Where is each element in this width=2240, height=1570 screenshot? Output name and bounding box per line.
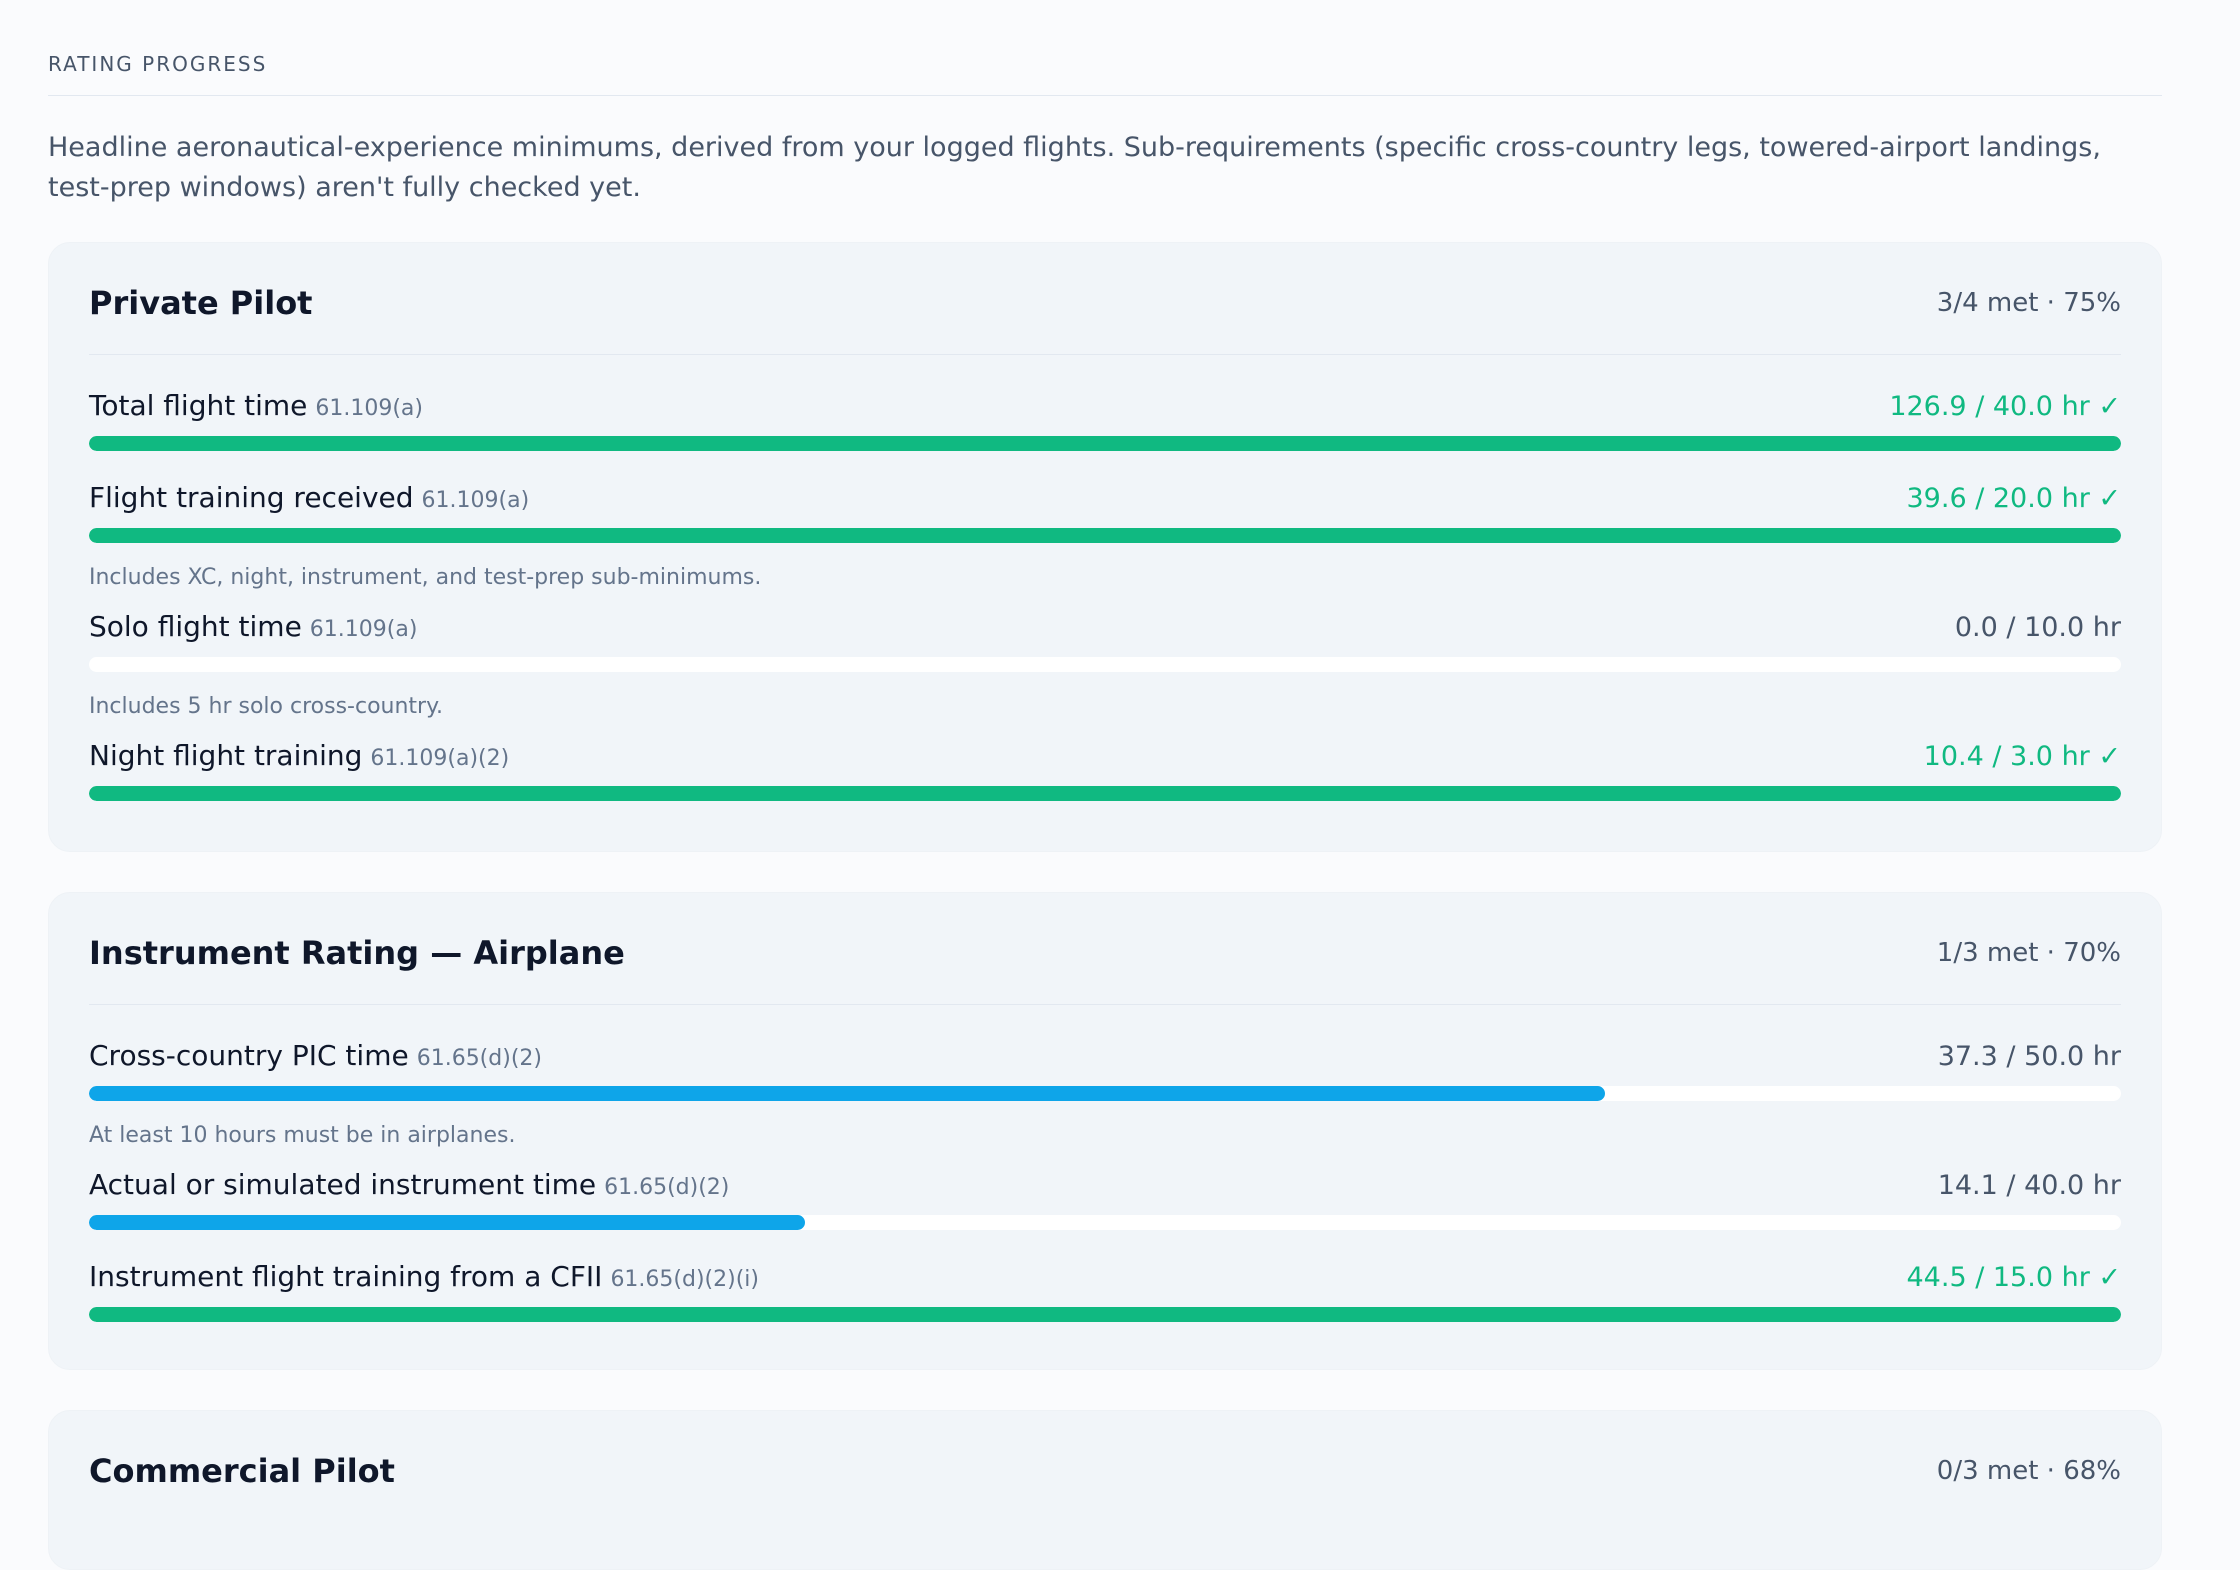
requirement-cfii-training: Instrument flight training from a CFII 61… bbox=[89, 1260, 2121, 1322]
card-summary: 1/3 met · 70% bbox=[1936, 937, 2121, 968]
card-summary: 0/3 met · 68% bbox=[1936, 1456, 2121, 1486]
requirement-label: Total flight time bbox=[89, 389, 308, 422]
requirement-value: 10.4 / 3.0 hr ✓ bbox=[1923, 741, 2121, 772]
card-title: Instrument Rating — Airplane bbox=[89, 933, 625, 972]
requirement-label: Night flight training bbox=[89, 739, 363, 772]
requirement-value: 37.3 / 50.0 hr bbox=[1937, 1041, 2121, 1072]
progress-bar-fill bbox=[89, 1086, 1605, 1101]
requirement-night-flight-training: Night flight training 61.109(a)(2) 10.4 /… bbox=[89, 739, 2121, 801]
section-divider bbox=[48, 95, 2162, 96]
requirement-reference: 61.109(a) bbox=[315, 396, 424, 421]
requirement-label: Instrument flight training from a CFII bbox=[89, 1260, 603, 1293]
progress-bar bbox=[89, 1215, 2121, 1230]
progress-bar-fill bbox=[89, 436, 2121, 451]
progress-bar bbox=[89, 657, 2121, 672]
progress-bar bbox=[89, 1307, 2121, 1322]
requirement-flight-training-received: Flight training received 61.109(a) 39.6 /… bbox=[89, 481, 2121, 590]
requirement-reference: 61.65(d)(2)(i) bbox=[610, 1267, 759, 1292]
card-summary: 3/4 met · 75% bbox=[1936, 287, 2121, 318]
progress-bar bbox=[89, 528, 2121, 543]
requirement-note: Includes 5 hr solo cross-country. bbox=[89, 694, 443, 719]
requirement-label: Flight training received bbox=[89, 481, 414, 514]
requirement-label-group: Night flight training 61.109(a)(2) bbox=[89, 739, 509, 772]
requirement-reference: 61.109(a) bbox=[309, 617, 418, 642]
rating-card-private-pilot: Private Pilot 3/4 met · 75% Total flight… bbox=[48, 242, 2162, 852]
requirement-value: 14.1 / 40.0 hr bbox=[1937, 1170, 2121, 1201]
requirement-reference: 61.65(d)(2) bbox=[604, 1175, 730, 1200]
requirement-value: 126.9 / 40.0 hr ✓ bbox=[1889, 391, 2121, 422]
requirement-cross-country-pic-time: Cross-country PIC time 61.65(d)(2) 37.3 /… bbox=[89, 1039, 2121, 1148]
requirement-reference: 61.109(a)(2) bbox=[370, 746, 510, 771]
requirement-value: 39.6 / 20.0 hr ✓ bbox=[1906, 483, 2122, 514]
progress-bar bbox=[89, 436, 2121, 451]
requirement-solo-flight-time: Solo flight time 61.109(a) 0.0 / 10.0 hr … bbox=[89, 610, 2121, 719]
requirement-label-group: Instrument flight training from a CFII 61… bbox=[89, 1260, 759, 1293]
progress-bar-fill bbox=[89, 786, 2121, 801]
section-title: RATING PROGRESS bbox=[48, 52, 268, 76]
requirement-total-flight-time: Total flight time 61.109(a) 126.9 / 40.0 … bbox=[89, 389, 2121, 451]
requirement-reference: 61.109(a) bbox=[421, 488, 530, 513]
rating-card-instrument-rating: Instrument Rating — Airplane 1/3 met · 7… bbox=[48, 892, 2162, 1370]
requirement-label: Solo flight time bbox=[89, 610, 302, 643]
card-header: Commercial Pilot 0/3 met · 68% bbox=[89, 1411, 2121, 1523]
requirement-label-group: Flight training received 61.109(a) bbox=[89, 481, 529, 514]
progress-bar-fill bbox=[89, 1215, 806, 1230]
rating-card-commercial-pilot: Commercial Pilot 0/3 met · 68% bbox=[48, 1410, 2162, 1570]
requirement-note: Includes XC, night, instrument, and test… bbox=[89, 565, 762, 590]
card-title: Commercial Pilot bbox=[89, 1452, 395, 1490]
section-intro: Headline aeronautical-experience minimum… bbox=[48, 132, 2101, 203]
progress-bar bbox=[89, 1086, 2121, 1101]
requirement-label: Actual or simulated instrument time bbox=[89, 1168, 597, 1201]
requirement-value: 44.5 / 15.0 hr ✓ bbox=[1906, 1262, 2122, 1293]
requirement-label: Cross-country PIC time bbox=[89, 1039, 409, 1072]
requirement-label-group: Cross-country PIC time 61.65(d)(2) bbox=[89, 1039, 542, 1072]
requirement-value: 0.0 / 10.0 hr bbox=[1954, 612, 2121, 643]
requirement-label-group: Total flight time 61.109(a) bbox=[89, 389, 423, 422]
progress-bar bbox=[89, 786, 2121, 801]
requirement-label-group: Solo flight time 61.109(a) bbox=[89, 610, 417, 643]
progress-bar-fill bbox=[89, 528, 2121, 543]
card-header: Instrument Rating — Airplane 1/3 met · 7… bbox=[89, 893, 2121, 1005]
requirement-note: At least 10 hours must be in airplanes. bbox=[89, 1123, 516, 1148]
requirement-reference: 61.65(d)(2) bbox=[416, 1046, 542, 1071]
card-title: Private Pilot bbox=[89, 283, 313, 322]
requirement-instrument-time: Actual or simulated instrument time 61.65… bbox=[89, 1168, 2121, 1230]
card-header: Private Pilot 3/4 met · 75% bbox=[89, 243, 2121, 355]
progress-bar-fill bbox=[89, 1307, 2121, 1322]
requirement-label-group: Actual or simulated instrument time 61.65… bbox=[89, 1168, 729, 1201]
